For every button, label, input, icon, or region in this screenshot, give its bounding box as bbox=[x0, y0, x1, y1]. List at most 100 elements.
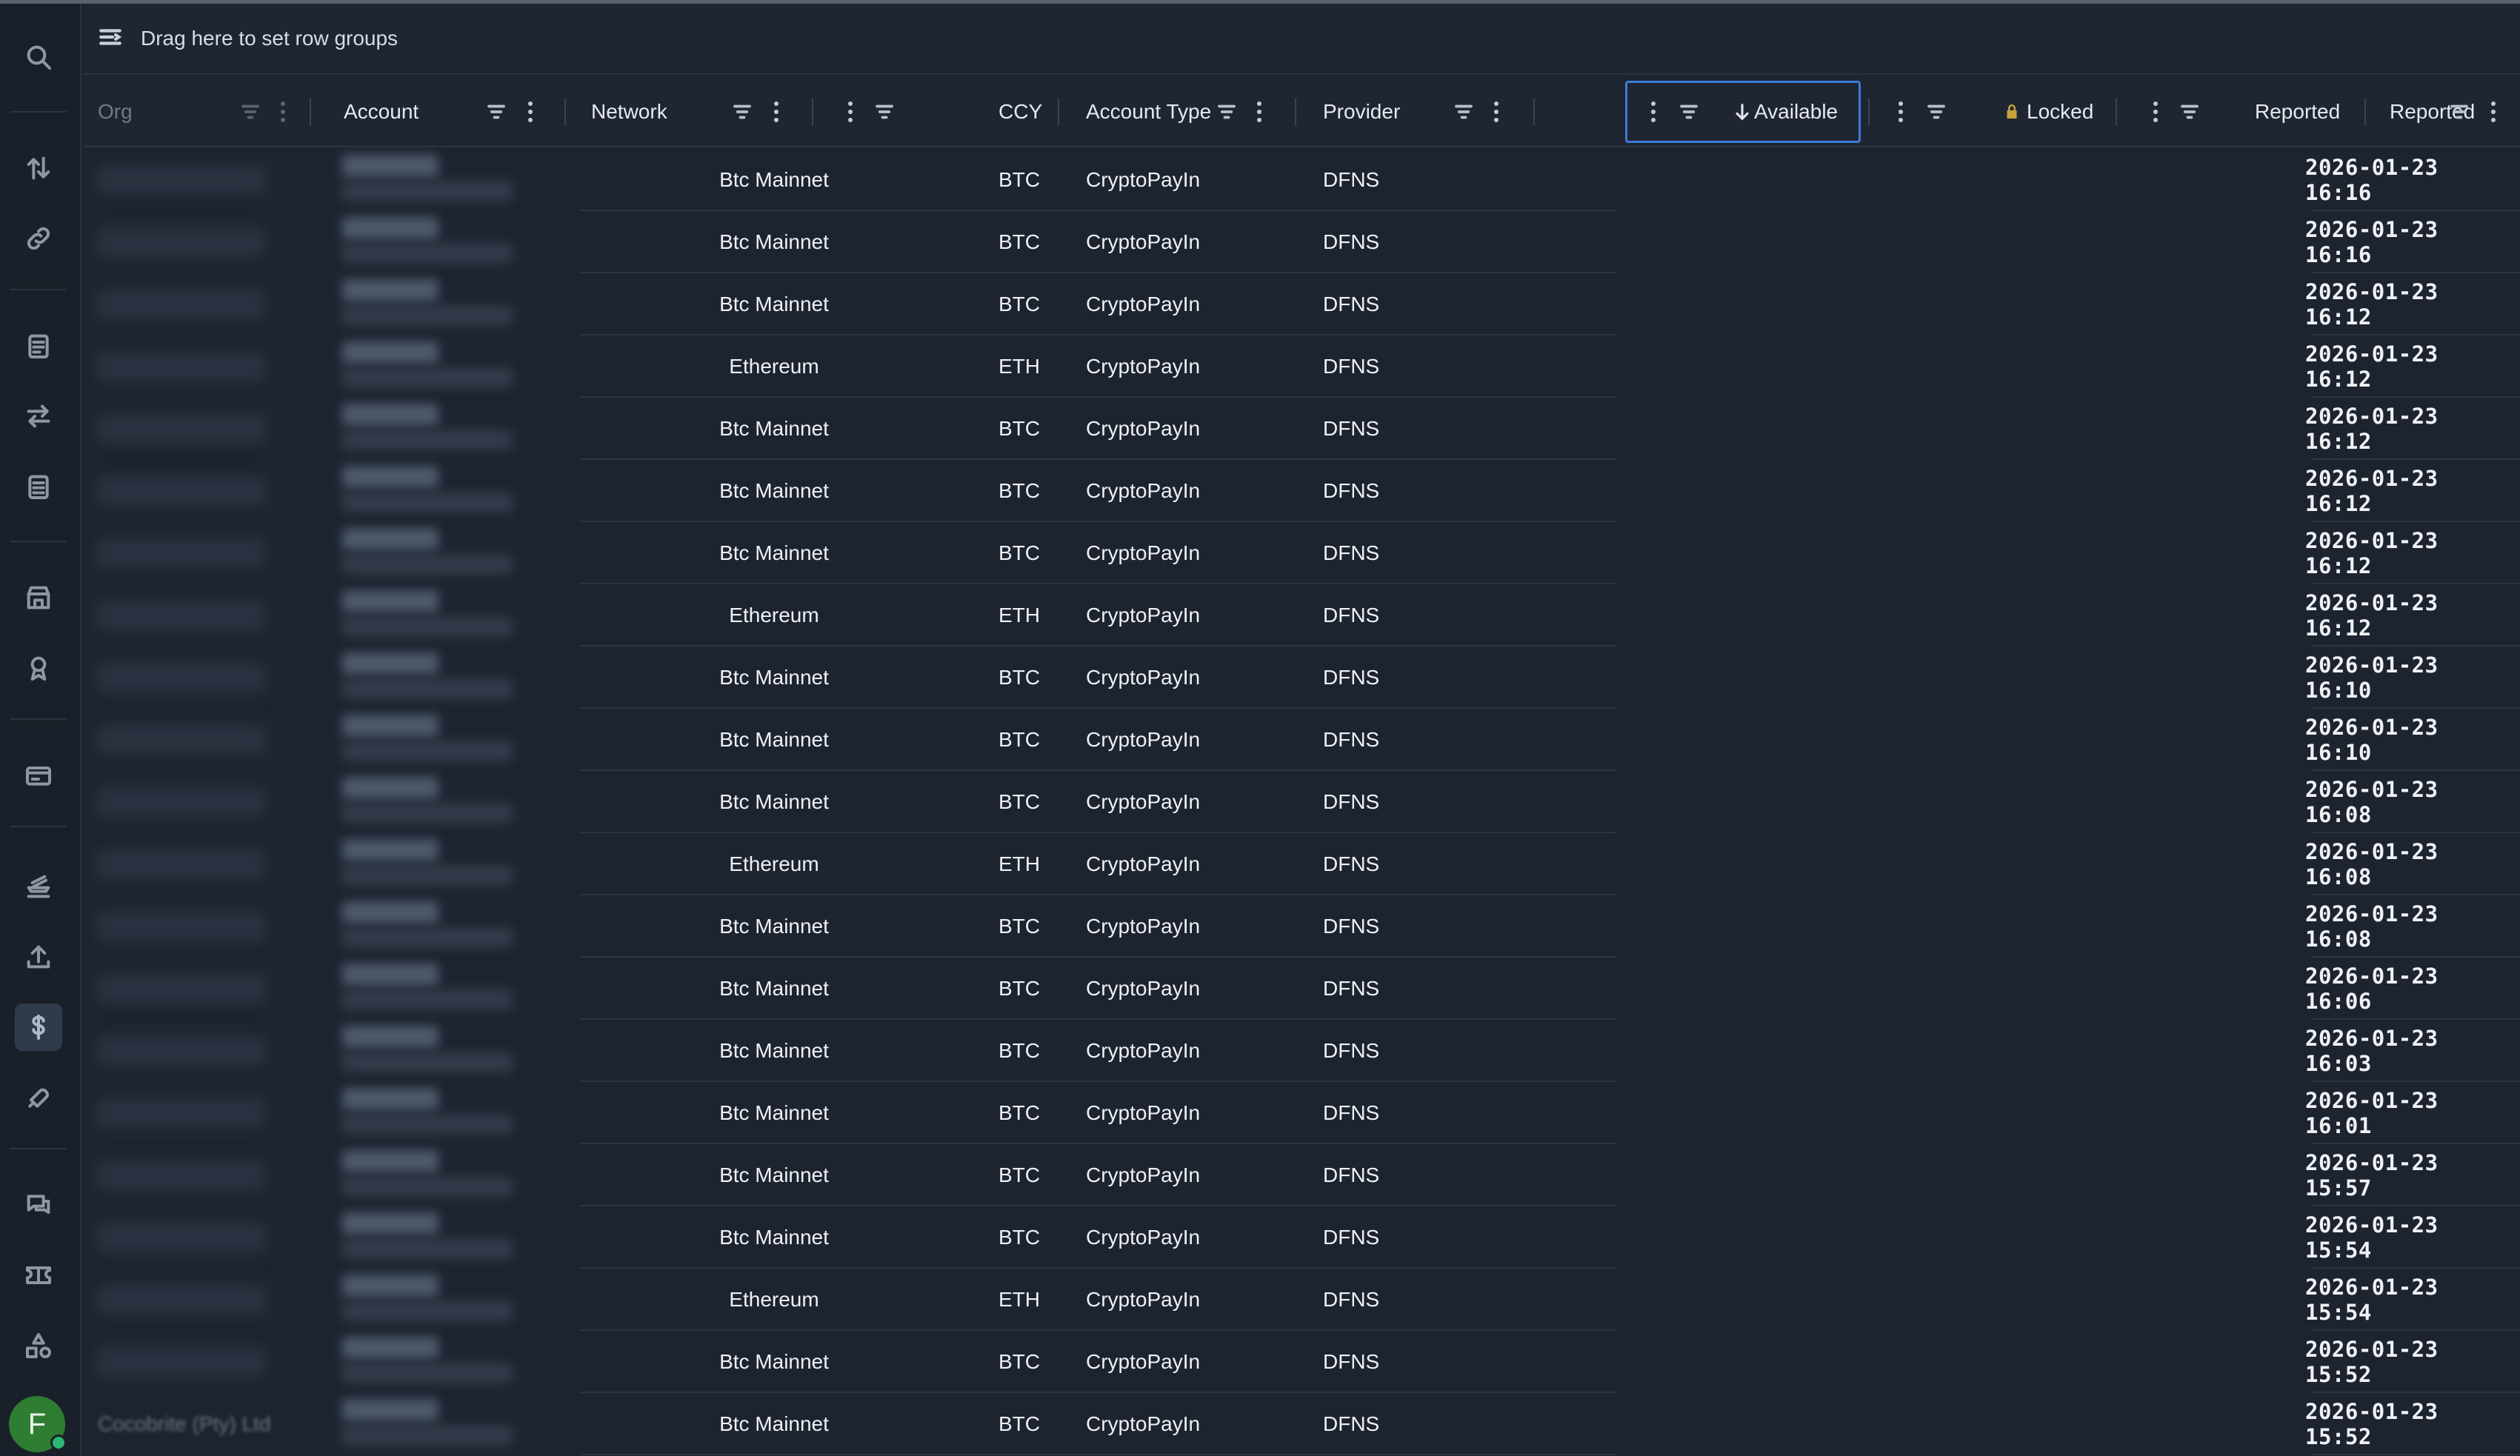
reported-time-cell: 2026-01-23 16:16 bbox=[2305, 217, 2439, 267]
account-filter-icon[interactable] bbox=[483, 76, 510, 147]
account-id-redacted bbox=[342, 1177, 513, 1196]
unnamed-column-filter-icon[interactable] bbox=[871, 76, 898, 147]
sidebar-badge-icon[interactable] bbox=[15, 644, 62, 692]
account-type-cell: CryptoPayIn bbox=[1086, 1288, 1201, 1311]
account-name-redacted bbox=[342, 341, 439, 364]
sidebar-report-icon[interactable] bbox=[15, 463, 62, 510]
sidebar-ledger-icon[interactable] bbox=[15, 322, 62, 370]
sidebar-divider bbox=[10, 111, 67, 113]
table-row[interactable]: Btc Mainnet BTC CryptoPayIn DFNS 2026-01-23 … bbox=[83, 1206, 2520, 1269]
sidebar-shapes-icon[interactable] bbox=[15, 1322, 62, 1369]
table-row[interactable]: Ethereum ETH CryptoPayIn DFNS 2026-01-23 15:… bbox=[83, 1269, 2520, 1331]
grid-header: Org Account Network CCY Account Type Pro… bbox=[83, 76, 2520, 147]
account-name-redacted bbox=[342, 901, 439, 924]
header-reported[interactable]: Reported bbox=[2255, 76, 2340, 147]
header-account[interactable]: Account bbox=[344, 76, 419, 147]
table-row[interactable]: Btc Mainnet BTC CryptoPayIn DFNS 2026-01-23 … bbox=[83, 1020, 2520, 1082]
table-row[interactable]: Btc Mainnet BTC CryptoPayIn DFNS 2026-01-23 … bbox=[83, 522, 2520, 584]
unnamed-column-menu-icon[interactable] bbox=[837, 76, 864, 147]
table-row[interactable]: Ethereum ETH CryptoPayIn DFNS 2026-01-23 16:… bbox=[83, 584, 2520, 647]
available-filter-icon[interactable] bbox=[1676, 76, 1702, 147]
org-menu-icon[interactable] bbox=[270, 76, 296, 147]
account-menu-icon[interactable] bbox=[517, 76, 544, 147]
reported-time-menu-icon[interactable] bbox=[2480, 76, 2507, 147]
header-ccy[interactable]: CCY bbox=[999, 76, 1042, 147]
sidebar-stack-icon[interactable] bbox=[15, 863, 62, 910]
table-row[interactable]: Btc Mainnet BTC CryptoPayIn DFNS 2026-01-23 … bbox=[83, 1331, 2520, 1393]
sidebar-link-icon[interactable] bbox=[15, 215, 62, 262]
sidebar-search-icon[interactable] bbox=[15, 33, 62, 81]
sidebar-dollar-icon[interactable] bbox=[15, 1003, 62, 1051]
table-row[interactable]: Btc Mainnet BTC CryptoPayIn DFNS 2026-01-23 … bbox=[83, 460, 2520, 522]
sidebar-transfer-vertical-icon[interactable] bbox=[15, 144, 62, 192]
reported-time-cell: 2026-01-23 15:54 bbox=[2305, 1275, 2439, 1325]
table-row[interactable]: Btc Mainnet BTC CryptoPayIn DFNS 2026-01-23 … bbox=[83, 958, 2520, 1020]
network-cell: Ethereum bbox=[729, 1288, 819, 1311]
network-menu-icon[interactable] bbox=[763, 76, 790, 147]
account-name-redacted bbox=[342, 155, 439, 177]
reported-filter-icon[interactable] bbox=[2176, 76, 2203, 147]
header-network[interactable]: Network bbox=[591, 76, 667, 147]
table-row[interactable]: Btc Mainnet BTC CryptoPayIn DFNS 2026-01-23 … bbox=[83, 273, 2520, 335]
provider-menu-icon[interactable] bbox=[1483, 76, 1510, 147]
card-icon bbox=[26, 767, 51, 786]
header-org[interactable]: Org bbox=[98, 76, 133, 147]
account-id-redacted bbox=[342, 866, 513, 885]
table-row[interactable]: Btc Mainnet BTC CryptoPayIn DFNS 2026-01-23 … bbox=[83, 149, 2520, 211]
account-name-redacted bbox=[342, 528, 439, 550]
sidebar-upload-icon[interactable] bbox=[15, 933, 62, 981]
table-row[interactable]: Cocobrite (Pty) Ltd Btc Mainnet BTC CryptoP… bbox=[83, 1393, 2520, 1455]
upload-icon bbox=[27, 945, 50, 969]
table-row[interactable]: Ethereum ETH CryptoPayIn DFNS 2026-01-23 16:… bbox=[83, 335, 2520, 398]
sidebar-ticket-icon[interactable] bbox=[15, 1252, 62, 1299]
table-row[interactable]: Btc Mainnet BTC CryptoPayIn DFNS 2026-01-23 … bbox=[83, 1082, 2520, 1144]
reported-time-filter-icon[interactable] bbox=[2446, 76, 2473, 147]
reported-time-cell: 2026-01-23 15:54 bbox=[2305, 1212, 2439, 1263]
account-id-redacted bbox=[342, 306, 513, 325]
table-row[interactable]: Btc Mainnet BTC CryptoPayIn DFNS 2026-01-23 … bbox=[83, 1144, 2520, 1206]
account-id-redacted bbox=[342, 244, 513, 263]
org-cell-redacted bbox=[96, 663, 267, 692]
header-provider[interactable]: Provider bbox=[1323, 76, 1400, 147]
reported-menu-icon[interactable] bbox=[2142, 76, 2169, 147]
sidebar-store-icon[interactable] bbox=[15, 574, 62, 621]
account-id-redacted bbox=[342, 679, 513, 698]
org-cell-redacted bbox=[96, 538, 267, 568]
table-row[interactable]: Btc Mainnet BTC CryptoPayIn DFNS 2026-01-23 … bbox=[83, 211, 2520, 273]
ccy-cell: ETH bbox=[999, 1288, 1040, 1311]
account-type-cell: CryptoPayIn bbox=[1086, 1226, 1201, 1249]
badge-icon bbox=[30, 656, 47, 681]
network-cell: Btc Mainnet bbox=[719, 1350, 829, 1373]
user-avatar[interactable]: F bbox=[9, 1396, 67, 1452]
available-menu-icon[interactable] bbox=[1640, 76, 1667, 147]
sidebar-chat-icon[interactable] bbox=[15, 1181, 62, 1229]
locked-menu-icon[interactable] bbox=[1887, 76, 1914, 147]
network-filter-icon[interactable] bbox=[729, 76, 756, 147]
account-type-menu-icon[interactable] bbox=[1246, 76, 1273, 147]
account-name-redacted bbox=[342, 1399, 439, 1421]
table-row[interactable]: Btc Mainnet BTC CryptoPayIn DFNS 2026-01-23 … bbox=[83, 398, 2520, 460]
table-row[interactable]: Btc Mainnet BTC CryptoPayIn DFNS 2026-01-23 … bbox=[83, 771, 2520, 833]
table-row[interactable]: Ethereum ETH CryptoPayIn DFNS 2026-01-23 16:… bbox=[83, 833, 2520, 895]
reported-time-cell: 2026-01-23 16:12 bbox=[2305, 341, 2439, 392]
account-name-redacted bbox=[342, 1150, 439, 1172]
header-locked[interactable]: Locked bbox=[2003, 76, 2093, 147]
sidebar-swap-icon[interactable] bbox=[15, 393, 62, 440]
account-name-redacted bbox=[342, 652, 439, 675]
account-type-filter-icon[interactable] bbox=[1213, 76, 1240, 147]
org-filter-icon[interactable] bbox=[237, 76, 264, 147]
provider-filter-icon[interactable] bbox=[1450, 76, 1477, 147]
table-row[interactable]: Btc Mainnet BTC CryptoPayIn DFNS 2026-01-23 … bbox=[83, 647, 2520, 709]
column-separator bbox=[1533, 98, 1535, 125]
header-account-type[interactable]: Account Type bbox=[1086, 76, 1211, 147]
locked-filter-icon[interactable] bbox=[1923, 76, 1950, 147]
network-cell: Ethereum bbox=[729, 604, 819, 627]
table-row[interactable]: Btc Mainnet BTC CryptoPayIn DFNS 2026-01-23 … bbox=[83, 709, 2520, 771]
table-row[interactable]: Btc Mainnet BTC CryptoPayIn DFNS 2026-01-23 … bbox=[83, 895, 2520, 958]
sidebar-card-icon[interactable] bbox=[15, 752, 62, 799]
ccy-cell: BTC bbox=[999, 666, 1040, 689]
header-available[interactable]: Available bbox=[1732, 76, 1838, 147]
sidebar-tools-icon[interactable] bbox=[15, 1074, 62, 1121]
provider-cell: DFNS bbox=[1323, 355, 1380, 378]
row-group-bar[interactable]: Drag here to set row groups bbox=[83, 4, 2520, 75]
